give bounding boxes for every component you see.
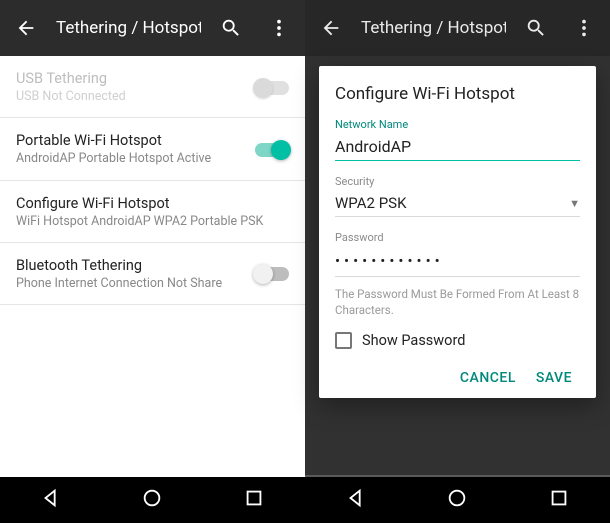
show-password-row[interactable]: Show Password (335, 332, 580, 349)
dialog-actions: CANCEL SAVE (335, 367, 580, 386)
setting-sub: Phone Internet Connection Not Share (16, 276, 243, 292)
show-password-checkbox[interactable] (335, 332, 352, 349)
cancel-button[interactable]: CANCEL (452, 364, 524, 392)
password-input[interactable] (335, 246, 580, 277)
show-password-label: Show Password (362, 332, 465, 349)
save-button[interactable]: SAVE (528, 364, 580, 392)
nav-back-icon[interactable] (40, 487, 62, 513)
network-name-input[interactable] (335, 133, 580, 161)
chevron-down-icon: ▼ (569, 197, 580, 210)
search-icon[interactable] (213, 10, 249, 46)
switch-bluetooth[interactable] (255, 267, 289, 281)
password-label: Password (335, 231, 580, 244)
nav-recent-icon[interactable] (548, 487, 570, 513)
setting-title: Bluetooth Tethering (16, 257, 243, 274)
appbar: Tethering / Hotspot P… (305, 0, 610, 56)
setting-sub: USB Not Connected (16, 89, 243, 105)
overflow-icon[interactable] (261, 10, 297, 46)
nav-bar (0, 477, 305, 523)
setting-title: Portable Wi-Fi Hotspot (16, 132, 243, 149)
row-bluetooth-tethering[interactable]: Bluetooth Tethering Phone Internet Conne… (0, 243, 305, 305)
search-icon[interactable] (518, 10, 554, 46)
back-icon[interactable] (313, 10, 349, 46)
switch-wifi-hotspot[interactable] (255, 143, 289, 157)
row-usb-tethering: USB Tethering USB Not Connected (0, 56, 305, 118)
appbar-title: Tethering / Hotspot P… (361, 18, 506, 38)
nav-recent-icon[interactable] (243, 487, 265, 513)
overflow-icon[interactable] (566, 10, 602, 46)
configure-hotspot-dialog: Configure Wi-Fi Hotspot Network Name Sec… (319, 66, 596, 398)
security-label: Security (335, 175, 580, 188)
nav-bar (305, 477, 610, 523)
setting-title: USB Tethering (16, 70, 243, 87)
row-configure-hotspot[interactable]: Configure Wi-Fi Hotspot WiFi Hotspot And… (0, 181, 305, 243)
appbar: Tethering / Hotspot P… (0, 0, 305, 56)
phone-right: Tethering / Hotspot P… H C T C Configure… (305, 0, 610, 523)
back-icon[interactable] (8, 10, 44, 46)
setting-sub: AndroidAP Portable Hotspot Active (16, 151, 243, 167)
setting-title: Configure Wi-Fi Hotspot (16, 195, 289, 212)
security-select[interactable]: WPA2 PSK ▼ (335, 190, 580, 217)
password-hint: The Password Must Be Formed From At Leas… (335, 287, 580, 318)
appbar-title: Tethering / Hotspot P… (56, 18, 201, 38)
network-name-label: Network Name (335, 118, 580, 131)
settings-list: USB Tethering USB Not Connected Portable… (0, 56, 305, 477)
nav-home-icon[interactable] (141, 487, 163, 513)
dialog-title: Configure Wi-Fi Hotspot (335, 84, 580, 104)
nav-back-icon[interactable] (345, 487, 367, 513)
switch-usb (255, 81, 289, 95)
security-value: WPA2 PSK (335, 194, 406, 212)
nav-home-icon[interactable] (446, 487, 468, 513)
row-wifi-hotspot[interactable]: Portable Wi-Fi Hotspot AndroidAP Portabl… (0, 118, 305, 180)
setting-sub: WiFi Hotspot AndroidAP WPA2 Portable PSK (16, 214, 289, 230)
phone-left: Tethering / Hotspot P… USB Tethering USB… (0, 0, 305, 523)
